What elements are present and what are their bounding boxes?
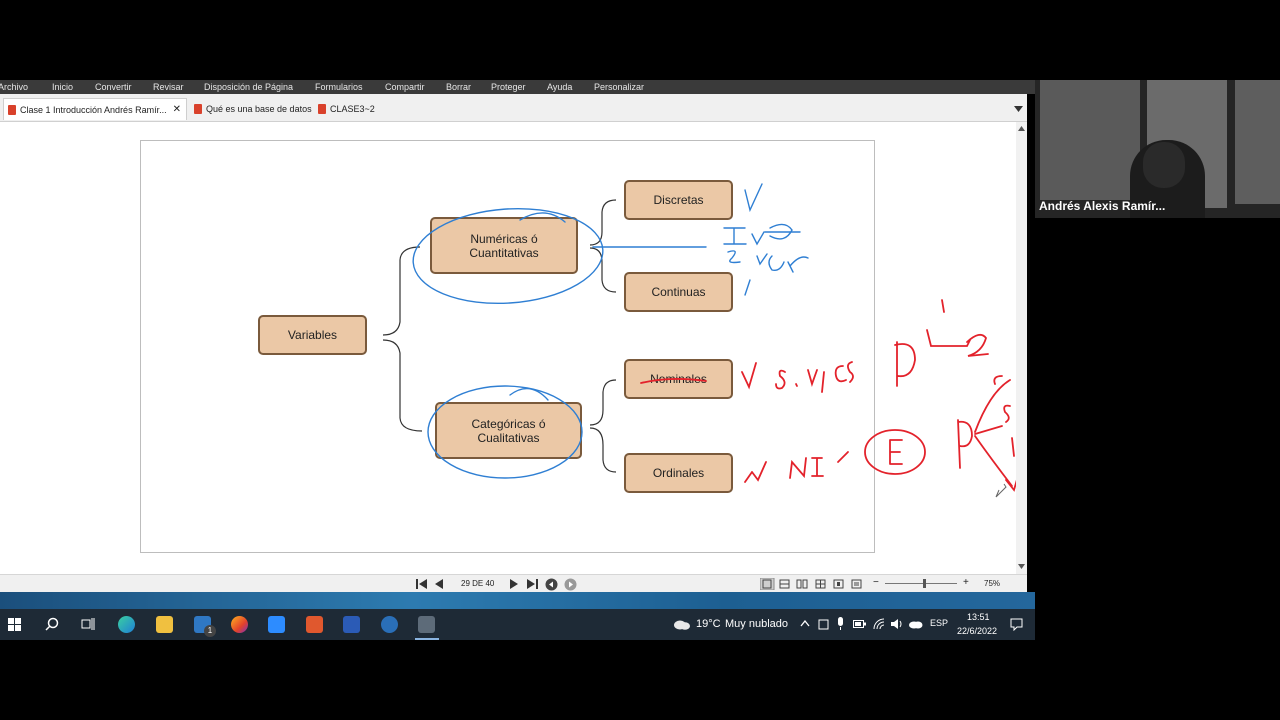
clock-time[interactable]: 13:51 [967,612,990,622]
show-hidden-icons-icon[interactable] [800,620,810,627]
cloud-icon [674,620,690,630]
first-page-icon[interactable] [416,579,428,589]
active-app-indicator [415,638,439,640]
zoom-in-icon[interactable]: + [963,577,969,588]
clock-date[interactable]: 22/6/2022 [957,626,997,636]
temperature[interactable]: 19°C [696,618,721,630]
background-window [1235,80,1280,204]
wifi-icon[interactable] [873,618,885,630]
page-indicator[interactable]: 29 DE 40 [461,579,494,588]
previous-page-icon[interactable] [435,579,444,589]
notifications-icon[interactable] [1010,618,1023,631]
scroll-up-icon[interactable] [1018,126,1025,131]
file-explorer-icon[interactable] [156,616,173,633]
firefox-icon[interactable] [231,616,248,633]
microphone-icon[interactable] [836,617,845,631]
edge-icon[interactable] [118,616,135,633]
vscope-app-icon[interactable] [381,616,398,633]
battery-icon[interactable] [853,619,866,629]
mail-badge: 1 [204,625,216,637]
weather-text[interactable]: Muy nublado [725,618,788,630]
background-window [1040,80,1140,200]
next-view-icon[interactable] [564,578,577,591]
zoom-level[interactable]: 75% [984,579,1000,588]
desktop-background [0,592,1035,609]
windows-start-icon[interactable] [8,618,21,631]
scroll-down-icon[interactable] [1018,564,1025,569]
previous-view-icon[interactable] [545,578,558,591]
task-view-icon[interactable] [81,617,95,631]
zoom-slider-thumb[interactable] [923,579,927,588]
red-ink-marks [640,299,1019,492]
word-icon[interactable] [343,616,360,633]
next-page-icon[interactable] [510,579,519,589]
participant-name: Andrés Alexis Ramír... [1039,199,1166,213]
onedrive-icon[interactable] [908,619,923,629]
language-indicator[interactable]: ESP [930,618,948,628]
zoom-app-icon[interactable] [268,616,285,633]
vertical-scrollbar[interactable] [1016,122,1027,574]
windows-taskbar: 1 19°C Muy nublado ESP 13:51 22/6/2022 [0,609,1035,640]
view-mode-icons[interactable] [760,578,870,590]
volume-icon[interactable] [890,618,903,630]
search-icon[interactable] [45,617,59,631]
webcam-video [1035,80,1280,218]
page-navigation-bar: 29 DE 40 − + 75% [0,574,1027,593]
zoom-out-icon[interactable]: − [873,577,879,588]
pen-cursor-icon [995,483,1007,498]
zoom-slider[interactable] [885,583,957,584]
ink-annotations [412,183,1019,498]
network-device-icon[interactable] [818,618,829,630]
pdf-reader-icon[interactable] [306,616,323,633]
blue-ink-marks [412,183,809,479]
last-page-icon[interactable] [527,579,539,589]
calculator-icon[interactable] [418,616,435,633]
participant-head [1143,142,1185,188]
